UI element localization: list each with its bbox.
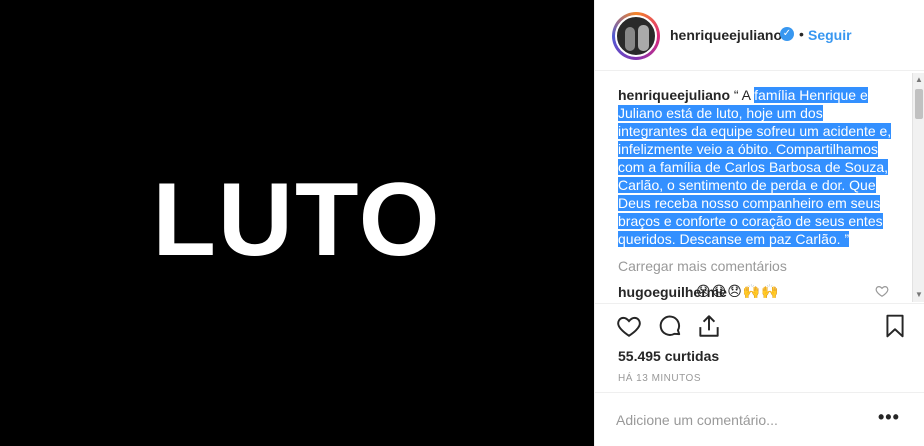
- verified-icon: ✓: [780, 27, 794, 41]
- comments-scrollbar[interactable]: ▲ ▼: [912, 73, 924, 302]
- caption-text: família Henrique e Juliano está de luto,…: [618, 87, 892, 247]
- avatar-image: [615, 15, 657, 57]
- follow-button[interactable]: Seguir: [808, 27, 852, 43]
- comment-text: 😞😞😞🙌🙌: [696, 283, 780, 299]
- scroll-up-icon[interactable]: ▲: [913, 73, 924, 87]
- heart-icon[interactable]: [616, 313, 642, 339]
- header-username[interactable]: henriqueejuliano: [670, 27, 782, 43]
- scrollbar-thumb[interactable]: [915, 89, 923, 119]
- add-comment-bar: •••: [595, 392, 924, 446]
- comment-input[interactable]: [616, 411, 866, 429]
- load-more-comments[interactable]: Carregar mais comentários: [618, 258, 787, 274]
- caption-prefix: “ A: [733, 87, 755, 103]
- post-caption: henriqueejuliano “ A família Henrique e …: [618, 86, 893, 248]
- post-media[interactable]: LUTO: [0, 0, 594, 446]
- comment-icon[interactable]: [657, 313, 683, 339]
- caption-username[interactable]: henriqueejuliano: [618, 87, 730, 103]
- scroll-down-icon[interactable]: ▼: [913, 288, 924, 302]
- comments-section: henriqueejuliano “ A família Henrique e …: [595, 72, 924, 304]
- share-icon[interactable]: [696, 313, 722, 339]
- bookmark-icon[interactable]: [882, 313, 908, 339]
- more-options-button[interactable]: •••: [878, 407, 900, 428]
- action-bar: [595, 305, 924, 345]
- avatar[interactable]: [612, 12, 660, 60]
- post-timestamp[interactable]: HÁ 13 MINUTOS: [618, 373, 701, 384]
- post-panel: henriqueejuliano ✓ • Seguir henriqueejul…: [594, 0, 924, 446]
- media-text: LUTO: [152, 162, 442, 278]
- separator-dot: •: [799, 26, 804, 42]
- post-header: henriqueejuliano ✓ • Seguir: [595, 0, 924, 71]
- likes-count[interactable]: 55.495 curtidas: [618, 348, 719, 364]
- heart-small-icon[interactable]: [875, 284, 889, 298]
